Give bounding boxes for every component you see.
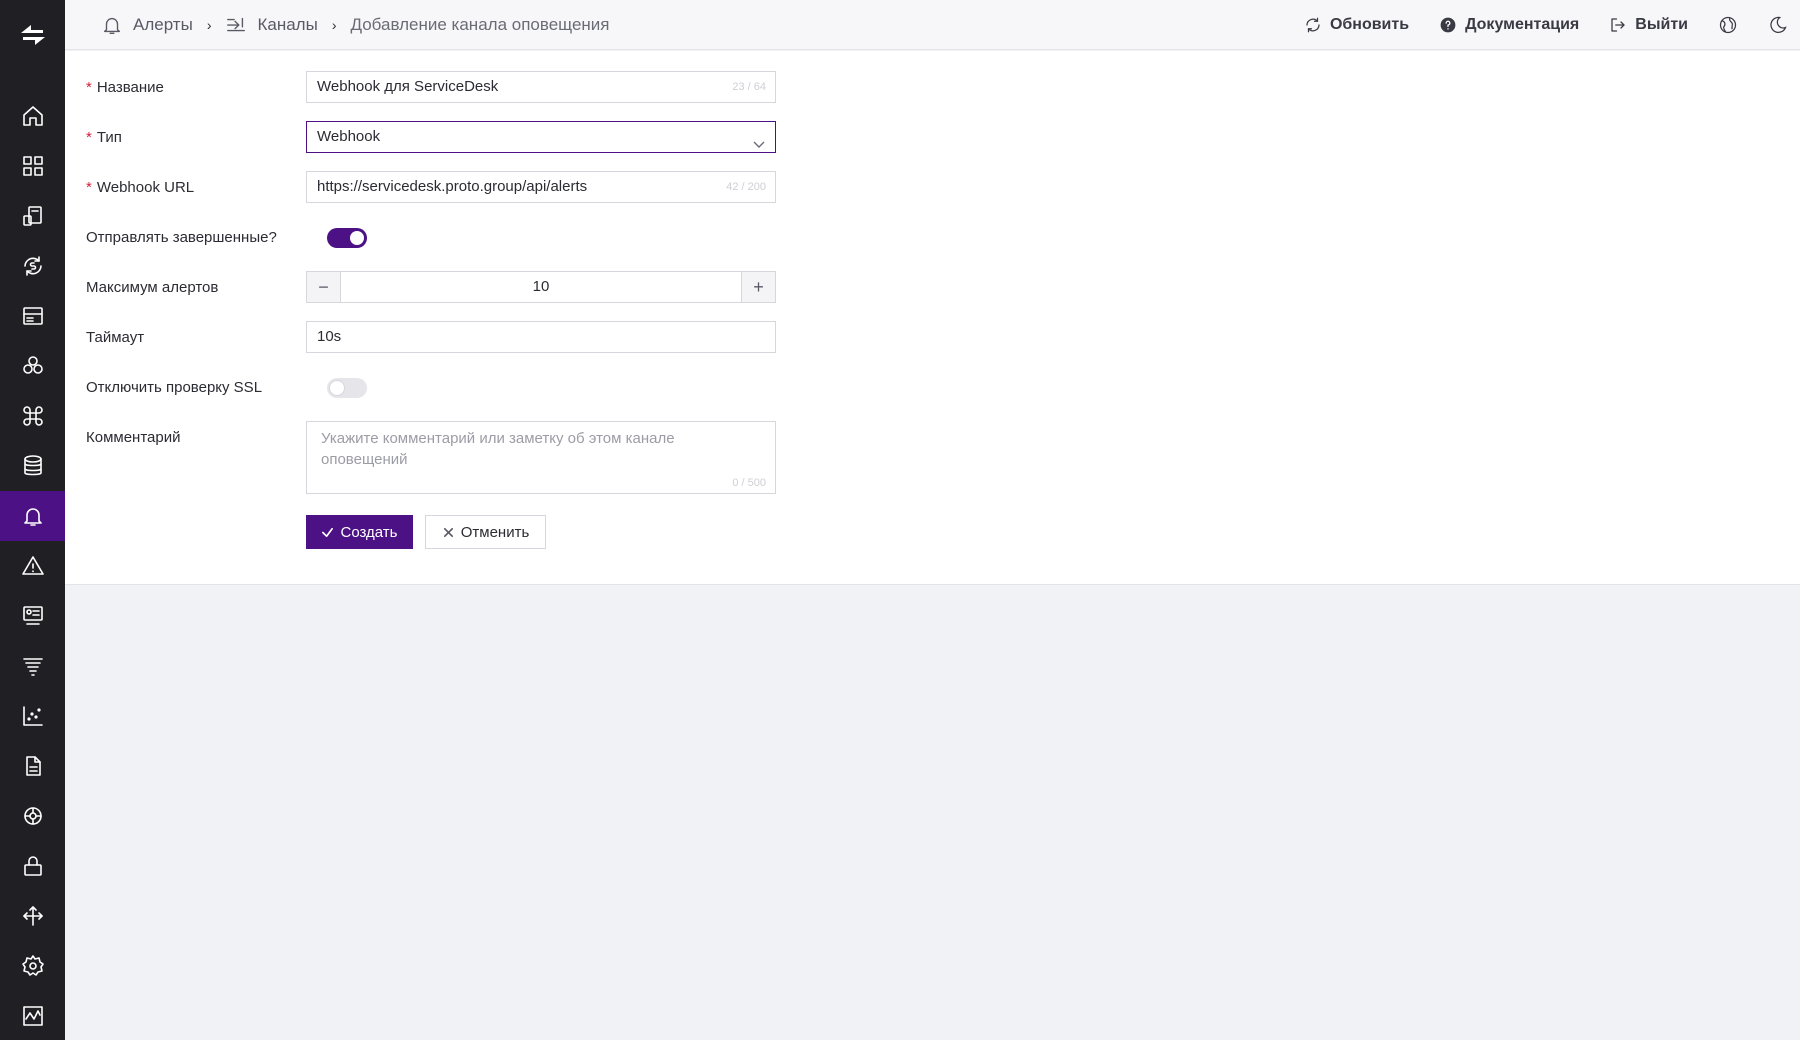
document-icon[interactable] (0, 741, 65, 791)
url-counter: 42 / 200 (726, 181, 766, 193)
globe-icon[interactable] (1718, 15, 1738, 35)
monitor-icon[interactable] (0, 591, 65, 641)
send-resolved-label: Отправлять завершенные? (86, 229, 277, 246)
comment-counter: 0 / 500 (732, 477, 766, 489)
send-resolved-toggle[interactable] (327, 228, 367, 248)
documentation-label: Документация (1465, 16, 1580, 33)
type-select[interactable]: Webhook (306, 121, 776, 153)
breadcrumb-item-alerts[interactable]: Алерты (101, 14, 193, 36)
cancel-button[interactable]: Отменить (425, 515, 546, 549)
breadcrumb-label: Алерты (133, 15, 193, 34)
bell-icon (103, 17, 121, 34)
breadcrumb-separator: › (206, 17, 212, 33)
top-bar: Алерты › Каналы › Добавление канала опов… (65, 0, 1800, 50)
timeout-row: Таймаут 10s (86, 321, 806, 355)
max-alerts-stepper: − 10 + (306, 271, 776, 303)
max-alerts-input[interactable]: 10 (341, 272, 741, 302)
breadcrumb-separator: › (331, 17, 337, 33)
url-row: * Webhook URL https://servicedesk.proto.g… (86, 171, 806, 205)
url-value: https://servicedesk.proto.group/api/aler… (317, 178, 588, 195)
devices-icon[interactable] (0, 191, 65, 241)
documentation-button[interactable]: Документация (1439, 16, 1579, 34)
actions-row: Создать Отменить (86, 515, 806, 549)
breadcrumb: Алерты › Каналы › Добавление канала опов… (101, 0, 610, 50)
max-alerts-label: Максимум алертов (86, 279, 219, 296)
toggle-knob (330, 381, 344, 395)
chevron-down-icon (753, 131, 765, 148)
channel-arrow-icon (227, 17, 246, 32)
comment-row: Комментарий Укажите комментарий или заме… (86, 421, 806, 496)
home-icon[interactable] (0, 91, 65, 141)
top-actions: Обновить Документация Выйти (1304, 0, 1800, 50)
breadcrumb-label: Каналы (257, 15, 318, 34)
name-value: Webhook для ServiceDesk (317, 78, 499, 95)
create-label: Создать (340, 523, 398, 541)
help-icon (1440, 17, 1456, 33)
refresh-label: Обновить (1329, 16, 1410, 33)
type-label: * Тип (86, 129, 122, 146)
page-title: Добавление канала оповещения (350, 15, 610, 34)
check-icon (322, 527, 334, 537)
send-resolved-row: Отправлять завершенные? (86, 221, 806, 255)
logout-icon (1611, 18, 1625, 32)
gear-icon[interactable] (0, 941, 65, 991)
comment-label: Комментарий (86, 429, 181, 446)
ssl-row: Отключить проверку SSL (86, 371, 806, 405)
network-icon[interactable] (0, 791, 65, 841)
filter-list-icon[interactable] (0, 641, 65, 691)
timeout-label: Таймаут (86, 329, 145, 346)
increment-button[interactable]: + (741, 272, 775, 302)
logout-button[interactable]: Выйти (1609, 16, 1688, 34)
logo-icon[interactable] (0, 0, 65, 70)
form-card: * Название Webhook для ServiceDesk 23 / 6… (65, 51, 1800, 585)
hexagons-icon[interactable] (0, 341, 65, 391)
type-value: Webhook (317, 128, 381, 145)
sidebar (0, 0, 65, 1040)
breadcrumb-item-channels[interactable]: Каналы (225, 14, 318, 36)
timeout-value: 10s (317, 328, 342, 345)
comment-placeholder: Укажите комментарий или заметку об этом … (321, 430, 675, 468)
moon-icon[interactable] (1768, 15, 1788, 35)
sync-icon[interactable] (0, 241, 65, 291)
decrement-button[interactable]: − (307, 272, 341, 302)
cancel-label: Отменить (460, 523, 530, 541)
max-alerts-row: Максимум алертов − 10 + (86, 271, 806, 305)
name-row: * Название Webhook для ServiceDesk 23 / 6… (86, 71, 806, 105)
database-icon[interactable] (0, 441, 65, 491)
dashboard-grid-icon[interactable] (0, 141, 65, 191)
name-input[interactable]: Webhook для ServiceDesk 23 / 64 (306, 71, 776, 103)
url-label: * Webhook URL (86, 179, 195, 196)
close-icon (443, 527, 453, 537)
toggle-knob (350, 231, 364, 245)
move-arrows-icon[interactable] (0, 891, 65, 941)
name-label: * Название (86, 79, 164, 96)
comment-textarea[interactable]: Укажите комментарий или заметку об этом … (306, 421, 776, 494)
activity-chart-icon[interactable] (0, 991, 65, 1040)
refresh-button[interactable]: Обновить (1304, 16, 1409, 34)
ssl-label: Отключить проверку SSL (86, 379, 263, 396)
command-icon[interactable] (0, 391, 65, 441)
bell-icon[interactable] (0, 491, 65, 541)
name-counter: 23 / 64 (732, 81, 766, 93)
ssl-toggle[interactable] (327, 378, 367, 398)
server-icon[interactable] (0, 291, 65, 341)
timeout-input[interactable]: 10s (306, 321, 776, 353)
logout-label: Выйти (1635, 16, 1688, 33)
create-button[interactable]: Создать (306, 515, 413, 549)
refresh-icon (1306, 17, 1320, 33)
scatter-chart-icon[interactable] (0, 691, 65, 741)
lock-icon[interactable] (0, 841, 65, 891)
warning-icon[interactable] (0, 541, 65, 591)
webhook-url-input[interactable]: https://servicedesk.proto.group/api/aler… (306, 171, 776, 203)
type-row: * Тип Webhook (86, 121, 806, 155)
